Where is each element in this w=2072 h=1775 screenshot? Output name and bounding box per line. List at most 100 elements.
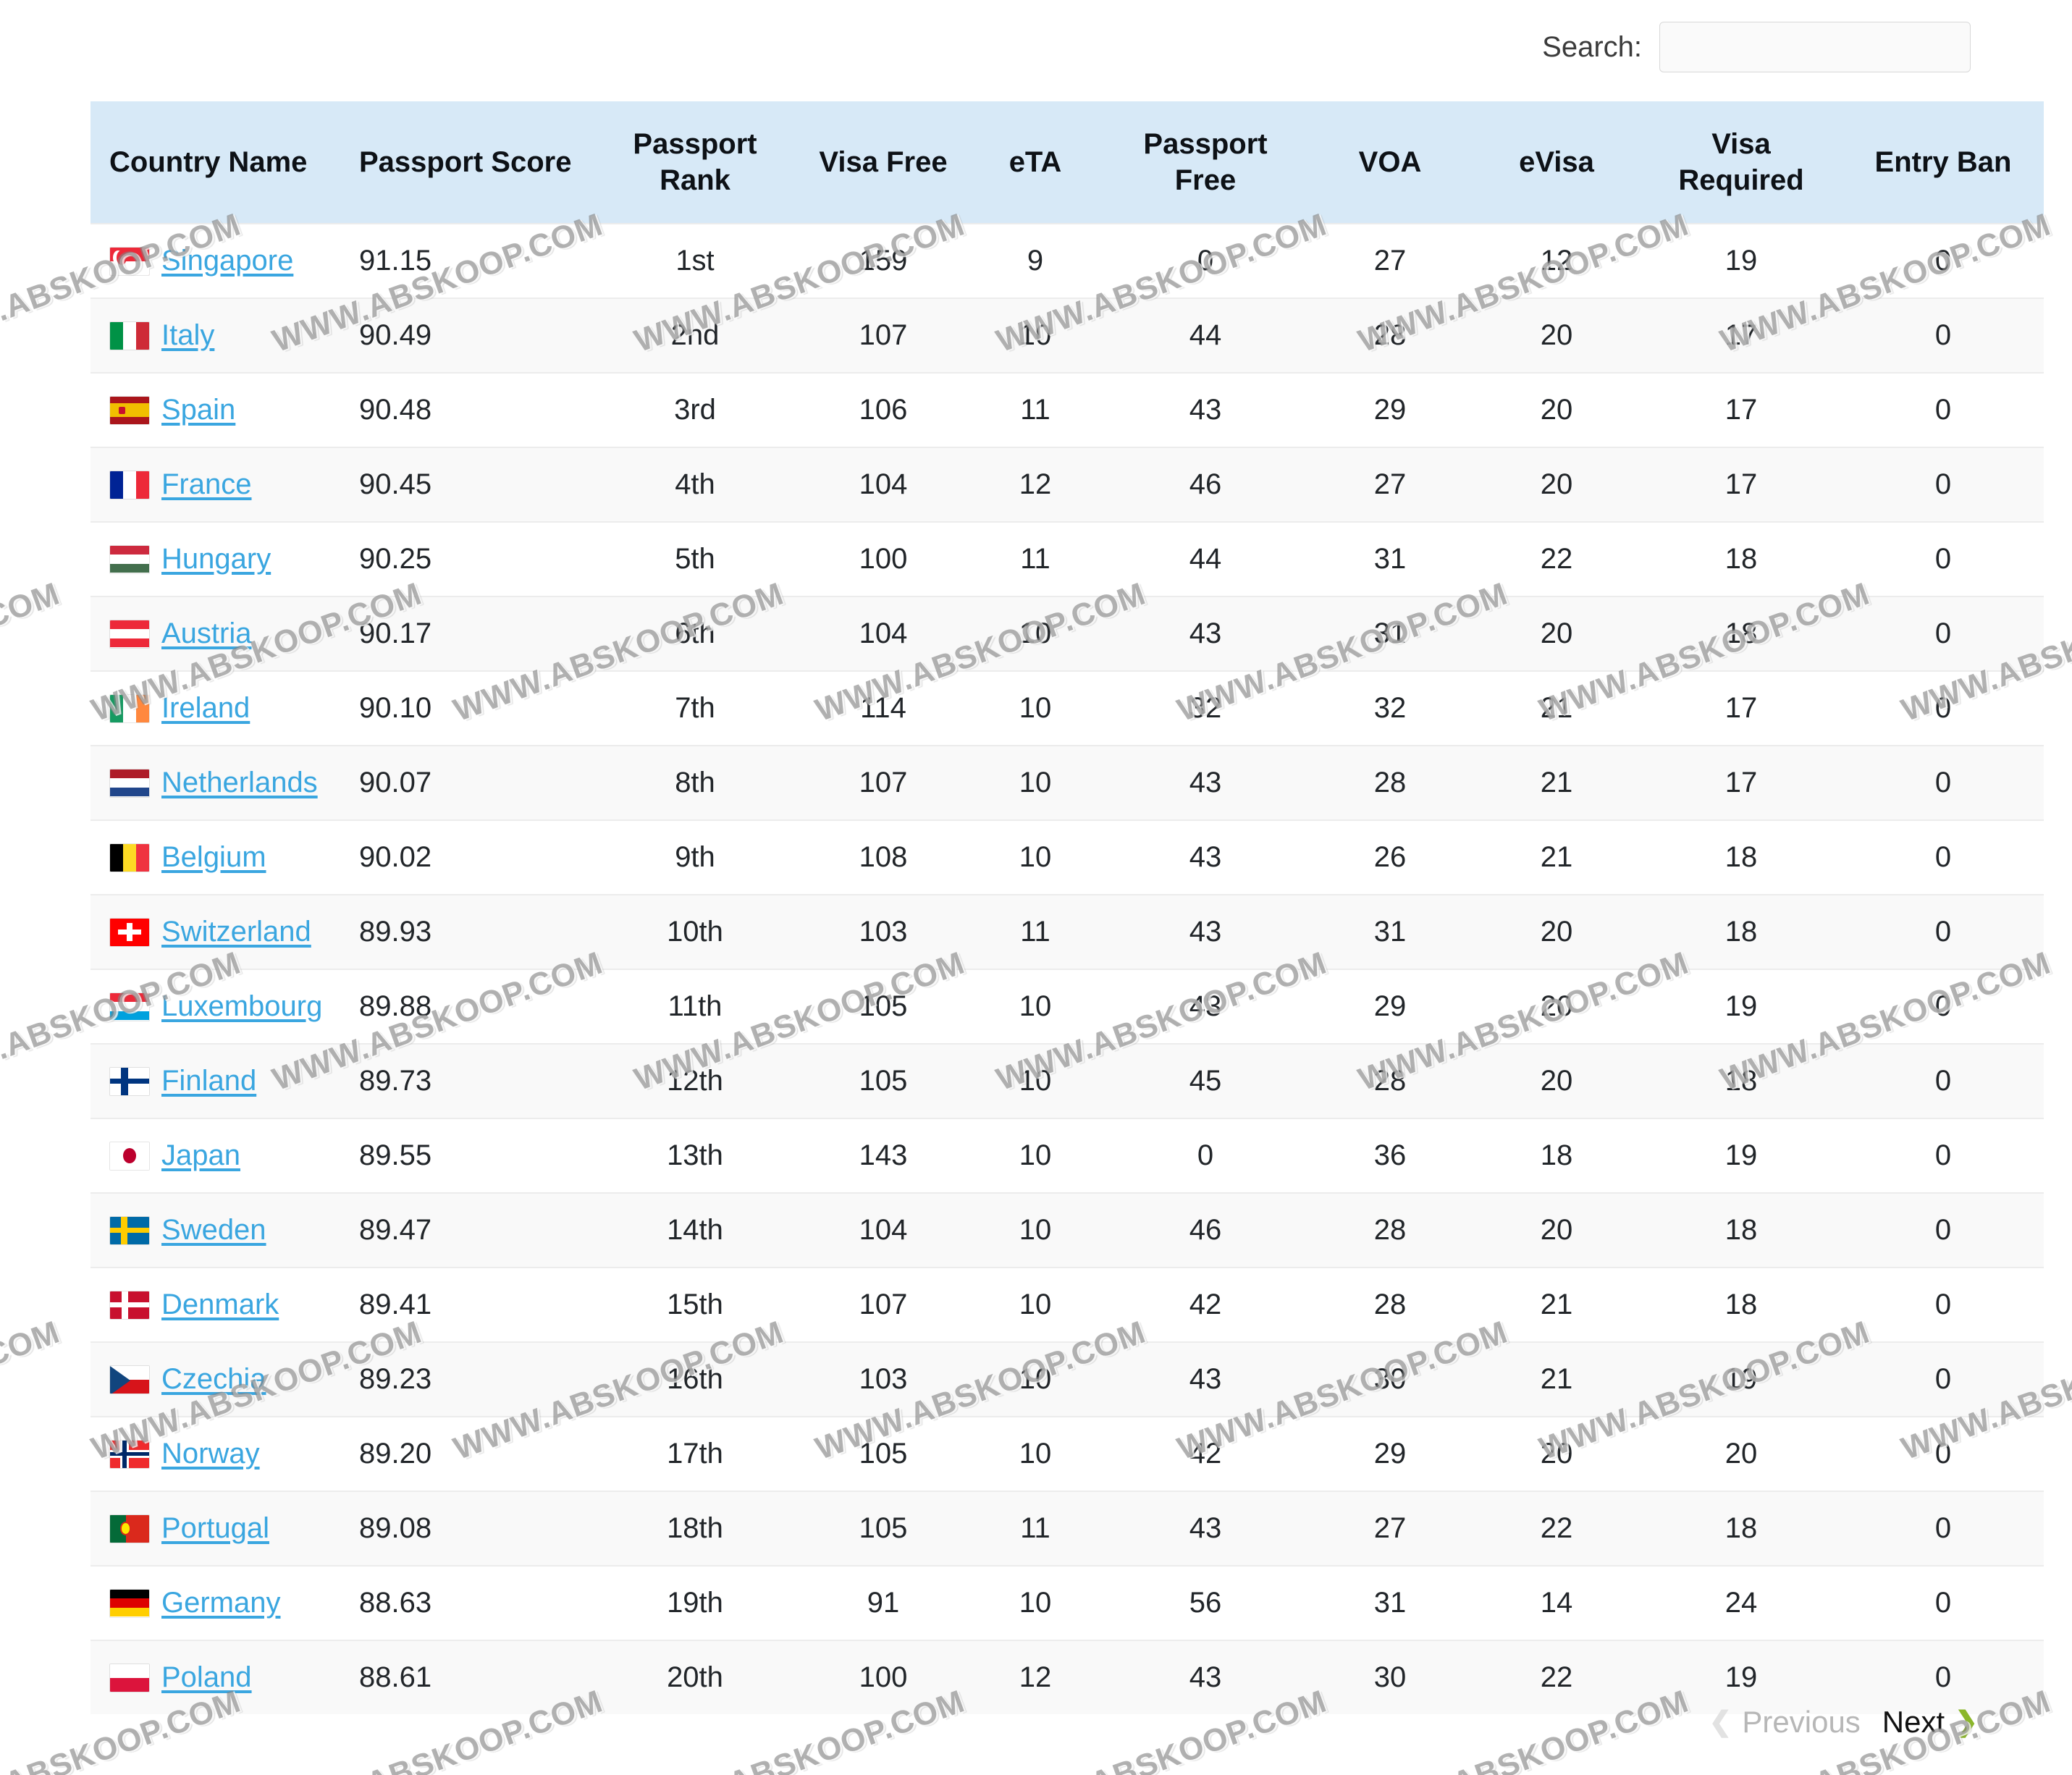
cell-rank: 16th — [590, 1341, 800, 1417]
cell-pfree: 45 — [1104, 1043, 1307, 1118]
cell-eta: 12 — [966, 1640, 1104, 1714]
search-input[interactable] — [1659, 22, 1971, 72]
country-cell: Luxembourg — [109, 990, 330, 1023]
column-header-pfree[interactable]: Passport Free — [1104, 101, 1307, 224]
country-cell: Hungary — [109, 543, 330, 575]
country-link[interactable]: Norway — [161, 1438, 260, 1470]
flag-icon-pt — [109, 1514, 150, 1543]
cell-visafree: 104 — [800, 596, 966, 671]
country-link[interactable]: Ireland — [161, 692, 250, 725]
cell-ban: 0 — [1843, 1341, 2044, 1417]
cell-visafree: 103 — [800, 894, 966, 969]
column-header-evisa[interactable]: eVisa — [1473, 101, 1640, 224]
column-header-rank[interactable]: Passport Rank — [590, 101, 800, 224]
country-link[interactable]: Spain — [161, 394, 235, 426]
table-row: Spain 90.48 3rd 106 11 43 29 20 17 0 — [90, 372, 2044, 447]
country-link[interactable]: Sweden — [161, 1214, 266, 1247]
cell-score: 89.55 — [340, 1118, 590, 1193]
cell-visafree: 159 — [800, 223, 966, 298]
country-link[interactable]: Netherlands — [161, 767, 318, 799]
country-link[interactable]: Poland — [161, 1661, 252, 1694]
cell-ban: 0 — [1843, 745, 2044, 820]
cell-voa: 28 — [1307, 1267, 1473, 1342]
cell-ban: 0 — [1843, 1192, 2044, 1268]
cell-country: Austria — [90, 596, 340, 671]
cell-voa: 36 — [1307, 1118, 1473, 1193]
watermark-text: WWW.ABSKOOP.COM — [0, 575, 64, 729]
next-page-button[interactable]: Next ❯ — [1882, 1705, 1978, 1740]
cell-country: France — [90, 447, 340, 522]
country-link[interactable]: Switzerland — [161, 916, 311, 948]
cell-ban: 0 — [1843, 969, 2044, 1044]
previous-page-button[interactable]: ❮ Previous — [1709, 1705, 1861, 1740]
country-link[interactable]: Luxembourg — [161, 990, 322, 1023]
column-header-eta[interactable]: eTA — [966, 101, 1104, 224]
cell-visafree: 105 — [800, 969, 966, 1044]
cell-visafree: 105 — [800, 1416, 966, 1491]
cell-vreq: 18 — [1640, 1267, 1843, 1342]
table-row: Ireland 90.10 7th 114 10 32 32 21 17 0 — [90, 670, 2044, 746]
country-link[interactable]: Italy — [161, 319, 214, 352]
flag-icon-dk — [109, 1290, 150, 1320]
cell-voa: 31 — [1307, 1565, 1473, 1640]
country-link[interactable]: Austria — [161, 617, 252, 650]
cell-vreq: 18 — [1640, 1491, 1843, 1566]
cell-country: Finland — [90, 1043, 340, 1118]
cell-vreq: 17 — [1640, 298, 1843, 373]
country-link[interactable]: Belgium — [161, 841, 266, 874]
cell-visafree: 107 — [800, 745, 966, 820]
cell-eta: 10 — [966, 670, 1104, 746]
country-link[interactable]: Czechia — [161, 1363, 266, 1396]
flag-icon-hu — [109, 544, 150, 574]
cell-country: Japan — [90, 1118, 340, 1193]
flag-icon-se — [109, 1215, 150, 1245]
next-label: Next — [1882, 1705, 1945, 1739]
country-cell: Czechia — [109, 1363, 330, 1396]
cell-eta: 11 — [966, 1491, 1104, 1566]
column-header-visafree[interactable]: Visa Free — [800, 101, 966, 224]
column-header-voa[interactable]: VOA — [1307, 101, 1473, 224]
cell-evisa: 12 — [1473, 223, 1640, 298]
cell-evisa: 20 — [1473, 596, 1640, 671]
column-header-vreq[interactable]: Visa Required — [1640, 101, 1843, 224]
column-header-country[interactable]: Country Name — [90, 101, 340, 224]
country-cell: Ireland — [109, 692, 330, 725]
country-link[interactable]: Singapore — [161, 245, 293, 277]
cell-ban: 0 — [1843, 670, 2044, 746]
country-link[interactable]: Portugal — [161, 1512, 269, 1545]
cell-voa: 29 — [1307, 969, 1473, 1044]
cell-rank: 2nd — [590, 298, 800, 373]
country-link[interactable]: Germany — [161, 1587, 281, 1619]
column-header-score[interactable]: Passport Score — [340, 101, 590, 224]
country-cell: Austria — [109, 617, 330, 650]
cell-evisa: 22 — [1473, 1640, 1640, 1714]
cell-country: Hungary — [90, 521, 340, 596]
cell-score: 88.61 — [340, 1640, 590, 1714]
cell-vreq: 20 — [1640, 1416, 1843, 1491]
cell-ban: 0 — [1843, 1267, 2044, 1342]
country-link[interactable]: Hungary — [161, 543, 271, 575]
table-row: Austria 90.17 6th 104 10 43 31 20 18 0 — [90, 596, 2044, 671]
column-header-ban[interactable]: Entry Ban — [1843, 101, 2044, 224]
cell-rank: 7th — [590, 670, 800, 746]
cell-evisa: 14 — [1473, 1565, 1640, 1640]
cell-eta: 12 — [966, 447, 1104, 522]
cell-voa: 27 — [1307, 447, 1473, 522]
cell-evisa: 21 — [1473, 1267, 1640, 1342]
cell-evisa: 18 — [1473, 1118, 1640, 1193]
cell-ban: 0 — [1843, 1491, 2044, 1566]
table-row: Switzerland 89.93 10th 103 11 43 31 20 18 0 — [90, 894, 2044, 969]
flag-icon-it — [109, 321, 150, 350]
country-link[interactable]: Finland — [161, 1065, 256, 1097]
cell-visafree: 106 — [800, 372, 966, 447]
flag-icon-nl — [109, 768, 150, 798]
cell-country: Portugal — [90, 1491, 340, 1566]
flag-icon-jp — [109, 1141, 150, 1171]
cell-evisa: 20 — [1473, 1416, 1640, 1491]
country-link[interactable]: France — [161, 468, 252, 501]
cell-evisa: 20 — [1473, 298, 1640, 373]
country-link[interactable]: Denmark — [161, 1289, 279, 1321]
country-link[interactable]: Japan — [161, 1139, 240, 1172]
cell-country: Norway — [90, 1416, 340, 1491]
cell-pfree: 43 — [1104, 596, 1307, 671]
